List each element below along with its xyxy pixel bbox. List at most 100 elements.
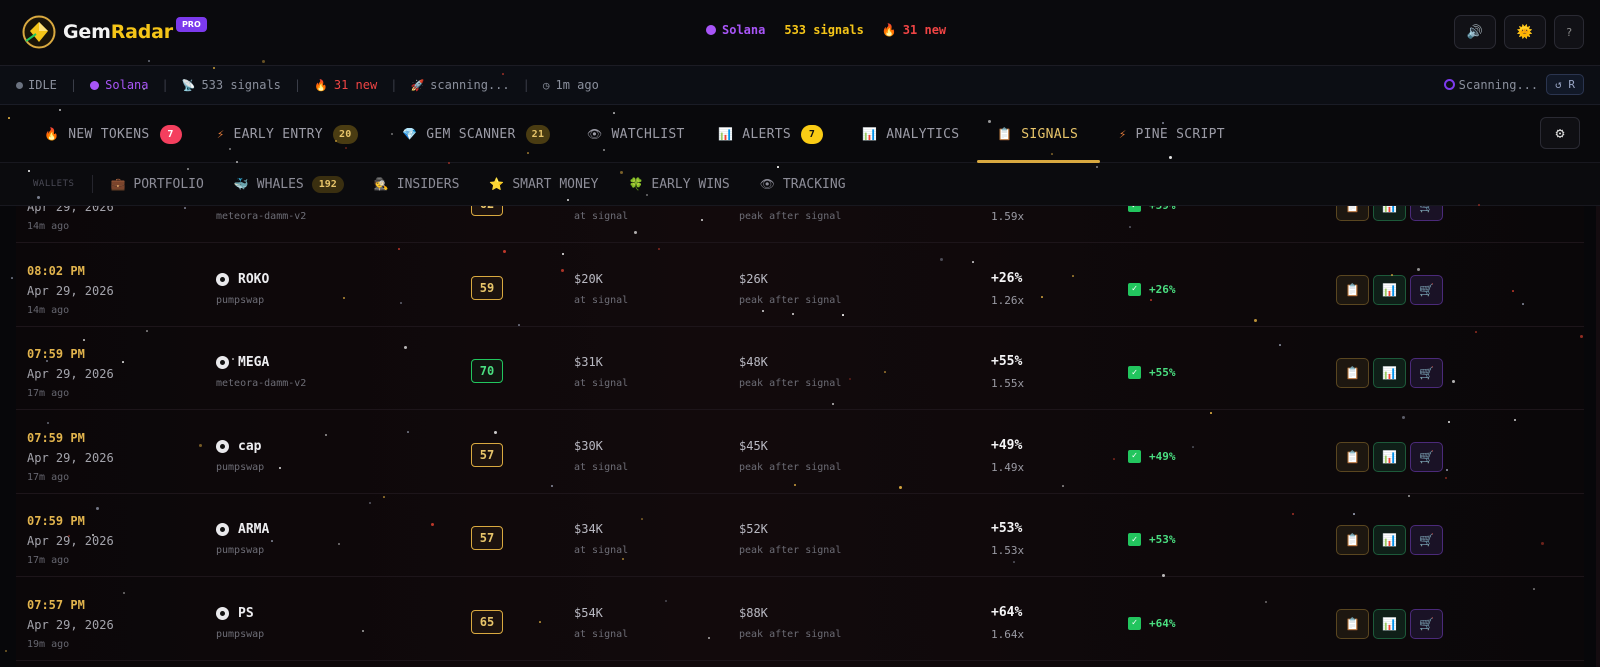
chart-button[interactable]: 📊 xyxy=(1373,274,1406,305)
briefcase-icon: 💼 xyxy=(110,177,126,191)
chart-icon: 📊 xyxy=(1382,449,1397,464)
status-signals: 533 signals xyxy=(201,78,281,92)
result: ✓ +53% xyxy=(1128,533,1176,546)
buy-button[interactable]: 🛒 xyxy=(1410,525,1443,555)
score-badge: 70 xyxy=(471,359,503,383)
header-signals: 533 signals xyxy=(784,23,864,37)
scan-status-text: Scanning... xyxy=(1458,77,1539,92)
check-icon: ✓ xyxy=(1128,449,1141,463)
chart-button[interactable]: 📊 xyxy=(1373,525,1406,555)
subtab-smart-money[interactable]: ⭐ SMART MONEY xyxy=(489,177,598,192)
gain-multiplier: 1.64x xyxy=(991,627,1025,641)
signal-age: 14m ago xyxy=(27,304,70,316)
chart-button[interactable]: 📊 xyxy=(1373,206,1406,221)
clipboard-icon: 📋 xyxy=(1345,449,1360,464)
cart-icon: 🛒 xyxy=(1419,533,1434,547)
table-row: Apr 29, 2026 14m ago meteora-damm-v2 62 … xyxy=(16,206,1584,243)
subtab-whales[interactable]: 🐳 WHALES 192 xyxy=(234,175,344,193)
tab-analytics[interactable]: 📊 ANALYTICS xyxy=(862,105,959,163)
sound-toggle-button[interactable]: 🔊 xyxy=(1454,15,1496,49)
gain-percent: +53% xyxy=(991,521,1023,536)
gain-multiplier: 1.26x xyxy=(991,293,1025,307)
copy-button[interactable]: 📋 xyxy=(1336,525,1369,555)
buy-button[interactable]: 🛒 xyxy=(1410,274,1443,305)
spy-icon: 🕵 xyxy=(373,177,389,191)
chart-icon: 📊 xyxy=(862,127,878,141)
chart-icon: 📊 xyxy=(1382,533,1397,547)
market-cap-label: at signal xyxy=(574,545,629,556)
eye-icon xyxy=(216,272,229,286)
tab-watchlist[interactable]: 👁 WATCHLIST xyxy=(587,105,685,163)
market-cap-label: at signal xyxy=(574,294,629,306)
buy-button[interactable]: 🛒 xyxy=(1410,608,1443,639)
tab-alerts[interactable]: 📊 ALERTS 7 xyxy=(718,105,824,163)
header-new-count: 31 new xyxy=(902,23,947,37)
score-badge: 57 xyxy=(471,526,503,550)
subtab-insiders[interactable]: 🕵 INSIDERS xyxy=(374,177,460,192)
signal-date: Apr 29, 2026 xyxy=(27,534,114,548)
check-icon: ✓ xyxy=(1128,616,1141,630)
dex-name: pumpswap xyxy=(216,461,265,473)
gain-percent: +49% xyxy=(991,437,1023,453)
token-name[interactable]: ARMA xyxy=(216,522,269,537)
signal-date: Apr 29, 2026 xyxy=(27,450,114,465)
peak-label: peak after signal xyxy=(739,211,842,222)
token-name[interactable]: MEGA xyxy=(216,355,269,370)
signal-time: 07:59 PM xyxy=(27,430,85,445)
tab-signals[interactable]: 📋 SIGNALS xyxy=(976,105,1101,163)
row-actions: 📋 📊 🛒 xyxy=(1336,206,1443,221)
theme-toggle-button[interactable]: 🌞 xyxy=(1504,15,1546,49)
check-icon: ✓ xyxy=(1128,533,1141,546)
chart-button[interactable]: 📊 xyxy=(1373,608,1406,639)
help-button[interactable]: ? xyxy=(1554,15,1584,49)
result: ✓ +55% xyxy=(1128,366,1176,379)
clock-icon: ◷ xyxy=(542,78,550,92)
buy-button[interactable]: 🛒 xyxy=(1410,441,1443,472)
chart-button[interactable]: 📊 xyxy=(1373,358,1406,388)
lightning-icon: ⚡ xyxy=(217,127,225,141)
logo[interactable]: GemRadar PRO xyxy=(22,15,207,49)
clipboard-icon: 📋 xyxy=(1345,533,1360,547)
token-name[interactable]: PS xyxy=(216,606,254,621)
copy-button[interactable]: 📋 xyxy=(1336,608,1369,639)
copy-button[interactable]: 📋 xyxy=(1336,274,1369,305)
result: ✓ +26% xyxy=(1128,282,1176,296)
row-actions: 📋 📊 🛒 xyxy=(1336,525,1443,555)
eye-icon xyxy=(216,523,229,536)
row-actions: 📋 📊 🛒 xyxy=(1336,358,1443,388)
row-actions: 📋 📊 🛒 xyxy=(1336,441,1443,472)
copy-button[interactable]: 📋 xyxy=(1336,206,1369,221)
star-particle xyxy=(11,277,13,279)
clipboard-icon: 📋 xyxy=(997,127,1013,141)
refresh-button[interactable]: ↺ R xyxy=(1546,74,1584,95)
signal-time: 08:02 PM xyxy=(27,263,85,278)
signals-table: Apr 29, 2026 14m ago meteora-damm-v2 62 … xyxy=(16,206,1584,667)
status-new: 31 new xyxy=(333,78,378,92)
subtab-early-wins[interactable]: 🍀 EARLY WINS xyxy=(628,177,729,192)
buy-button[interactable]: 🛒 xyxy=(1410,358,1443,388)
token-name[interactable]: cap xyxy=(216,439,261,454)
tab-new-tokens[interactable]: 🔥 NEW TOKENS 7 xyxy=(44,105,182,163)
whales-badge: 192 xyxy=(311,175,344,193)
scrollbar[interactable] xyxy=(1596,206,1600,667)
chart-icon: 📊 xyxy=(1382,366,1397,380)
tab-gem-scanner[interactable]: 💎 GEM SCANNER 21 xyxy=(402,105,551,163)
chart-button[interactable]: 📊 xyxy=(1373,441,1406,472)
status-network: Solana xyxy=(105,78,149,92)
settings-button[interactable]: ⚙ xyxy=(1540,117,1580,149)
copy-button[interactable]: 📋 xyxy=(1336,358,1369,388)
tab-early-entry[interactable]: ⚡ EARLY ENTRY 20 xyxy=(217,105,358,163)
buy-button[interactable]: 🛒 xyxy=(1410,206,1443,221)
subtab-portfolio[interactable]: 💼 PORTFOLIO xyxy=(110,177,203,192)
alert-icon: 📊 xyxy=(718,127,734,141)
tab-pine-script[interactable]: ⚡ PINE SCRIPT xyxy=(1119,105,1225,163)
copy-button[interactable]: 📋 xyxy=(1336,441,1369,472)
star-particle xyxy=(5,650,7,652)
result: ✓+59% xyxy=(1128,206,1176,212)
subtab-tracking[interactable]: 👁 TRACKING xyxy=(760,177,846,192)
idle-status-dot xyxy=(16,81,23,89)
signal-time: 07:59 PM xyxy=(27,514,85,528)
gem-logo-icon xyxy=(22,15,56,49)
gain-multiplier: 1.59x xyxy=(991,210,1025,223)
token-name[interactable]: ROKO xyxy=(216,272,269,287)
